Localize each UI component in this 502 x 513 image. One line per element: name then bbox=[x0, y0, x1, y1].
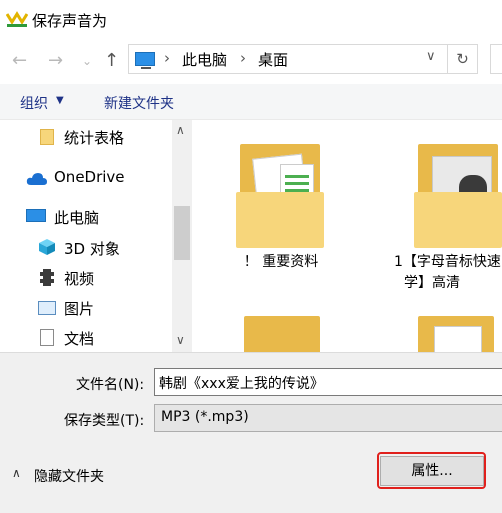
command-bar bbox=[0, 84, 502, 120]
chevron-right-icon: › bbox=[164, 49, 170, 67]
scrollbar-thumb[interactable] bbox=[174, 206, 190, 260]
back-icon[interactable]: ← bbox=[12, 50, 27, 71]
cloud-icon bbox=[26, 173, 47, 185]
save-type-select[interactable]: MP3 (*.mp3) bbox=[154, 404, 502, 432]
new-folder-button[interactable]: 新建文件夹 bbox=[104, 93, 174, 113]
document-icon bbox=[40, 329, 54, 346]
folder-item[interactable] bbox=[414, 316, 502, 352]
app-logo-icon bbox=[6, 11, 28, 27]
nav-item-this-pc[interactable]: 此电脑 bbox=[0, 202, 170, 232]
folder-item[interactable]: ！ 重要资料 bbox=[236, 144, 328, 284]
search-input[interactable] bbox=[490, 44, 502, 74]
forward-icon[interactable]: → bbox=[48, 50, 63, 71]
folder-item[interactable] bbox=[240, 316, 326, 352]
nav-item-spreadsheets[interactable]: 统计表格 bbox=[0, 122, 170, 152]
computer-icon bbox=[26, 209, 46, 222]
folder-icon bbox=[244, 316, 320, 352]
computer-icon bbox=[135, 52, 155, 69]
chevron-down-icon[interactable]: ∨ bbox=[176, 333, 185, 347]
folder-label: 1【字母音标快速 学】高清 bbox=[394, 254, 501, 291]
document-icon bbox=[434, 326, 482, 352]
chevron-up-icon[interactable]: ∧ bbox=[12, 466, 21, 480]
folder-item[interactable]: 1【字母音标快速 学】高清 bbox=[394, 144, 502, 304]
nav-item-onedrive[interactable]: OneDrive bbox=[0, 163, 170, 193]
nav-item-videos[interactable]: 视频 bbox=[0, 263, 170, 293]
filename-label: 文件名(N): bbox=[76, 377, 145, 393]
breadcrumb-this-pc[interactable]: 此电脑 bbox=[182, 49, 227, 70]
caret-down-icon[interactable]: ▼ bbox=[56, 95, 64, 106]
nav-item-3d-objects[interactable]: 3D 对象 bbox=[0, 233, 170, 263]
picture-icon bbox=[38, 301, 56, 315]
chevron-right-icon: › bbox=[240, 49, 246, 67]
save-type-label: 保存类型(T): bbox=[64, 413, 145, 429]
breadcrumb-desktop[interactable]: 桌面 bbox=[258, 49, 288, 70]
organize-button[interactable]: 组织 bbox=[20, 93, 48, 113]
folder-label: ！ 重要资料 bbox=[243, 254, 319, 270]
chevron-up-icon[interactable]: ∧ bbox=[176, 123, 185, 137]
window-title: 保存声音为 bbox=[32, 12, 108, 30]
film-icon bbox=[40, 269, 54, 286]
nav-item-pictures[interactable]: 图片 bbox=[0, 293, 170, 323]
filename-input[interactable]: 韩剧《xxx爱上我的传说》 bbox=[154, 368, 502, 396]
highlight-box bbox=[377, 452, 486, 489]
chevron-down-icon[interactable]: ∨ bbox=[426, 49, 436, 64]
recent-dropdown-icon[interactable]: ⌄ bbox=[82, 54, 92, 68]
refresh-icon[interactable]: ↻ bbox=[448, 44, 478, 74]
up-icon[interactable]: ↑ bbox=[104, 50, 119, 71]
hide-folders-button[interactable]: 隐藏文件夹 bbox=[34, 466, 104, 486]
cube-icon bbox=[39, 239, 55, 255]
nav-item-documents[interactable]: 文档 bbox=[0, 323, 170, 353]
folder-icon bbox=[40, 129, 54, 145]
